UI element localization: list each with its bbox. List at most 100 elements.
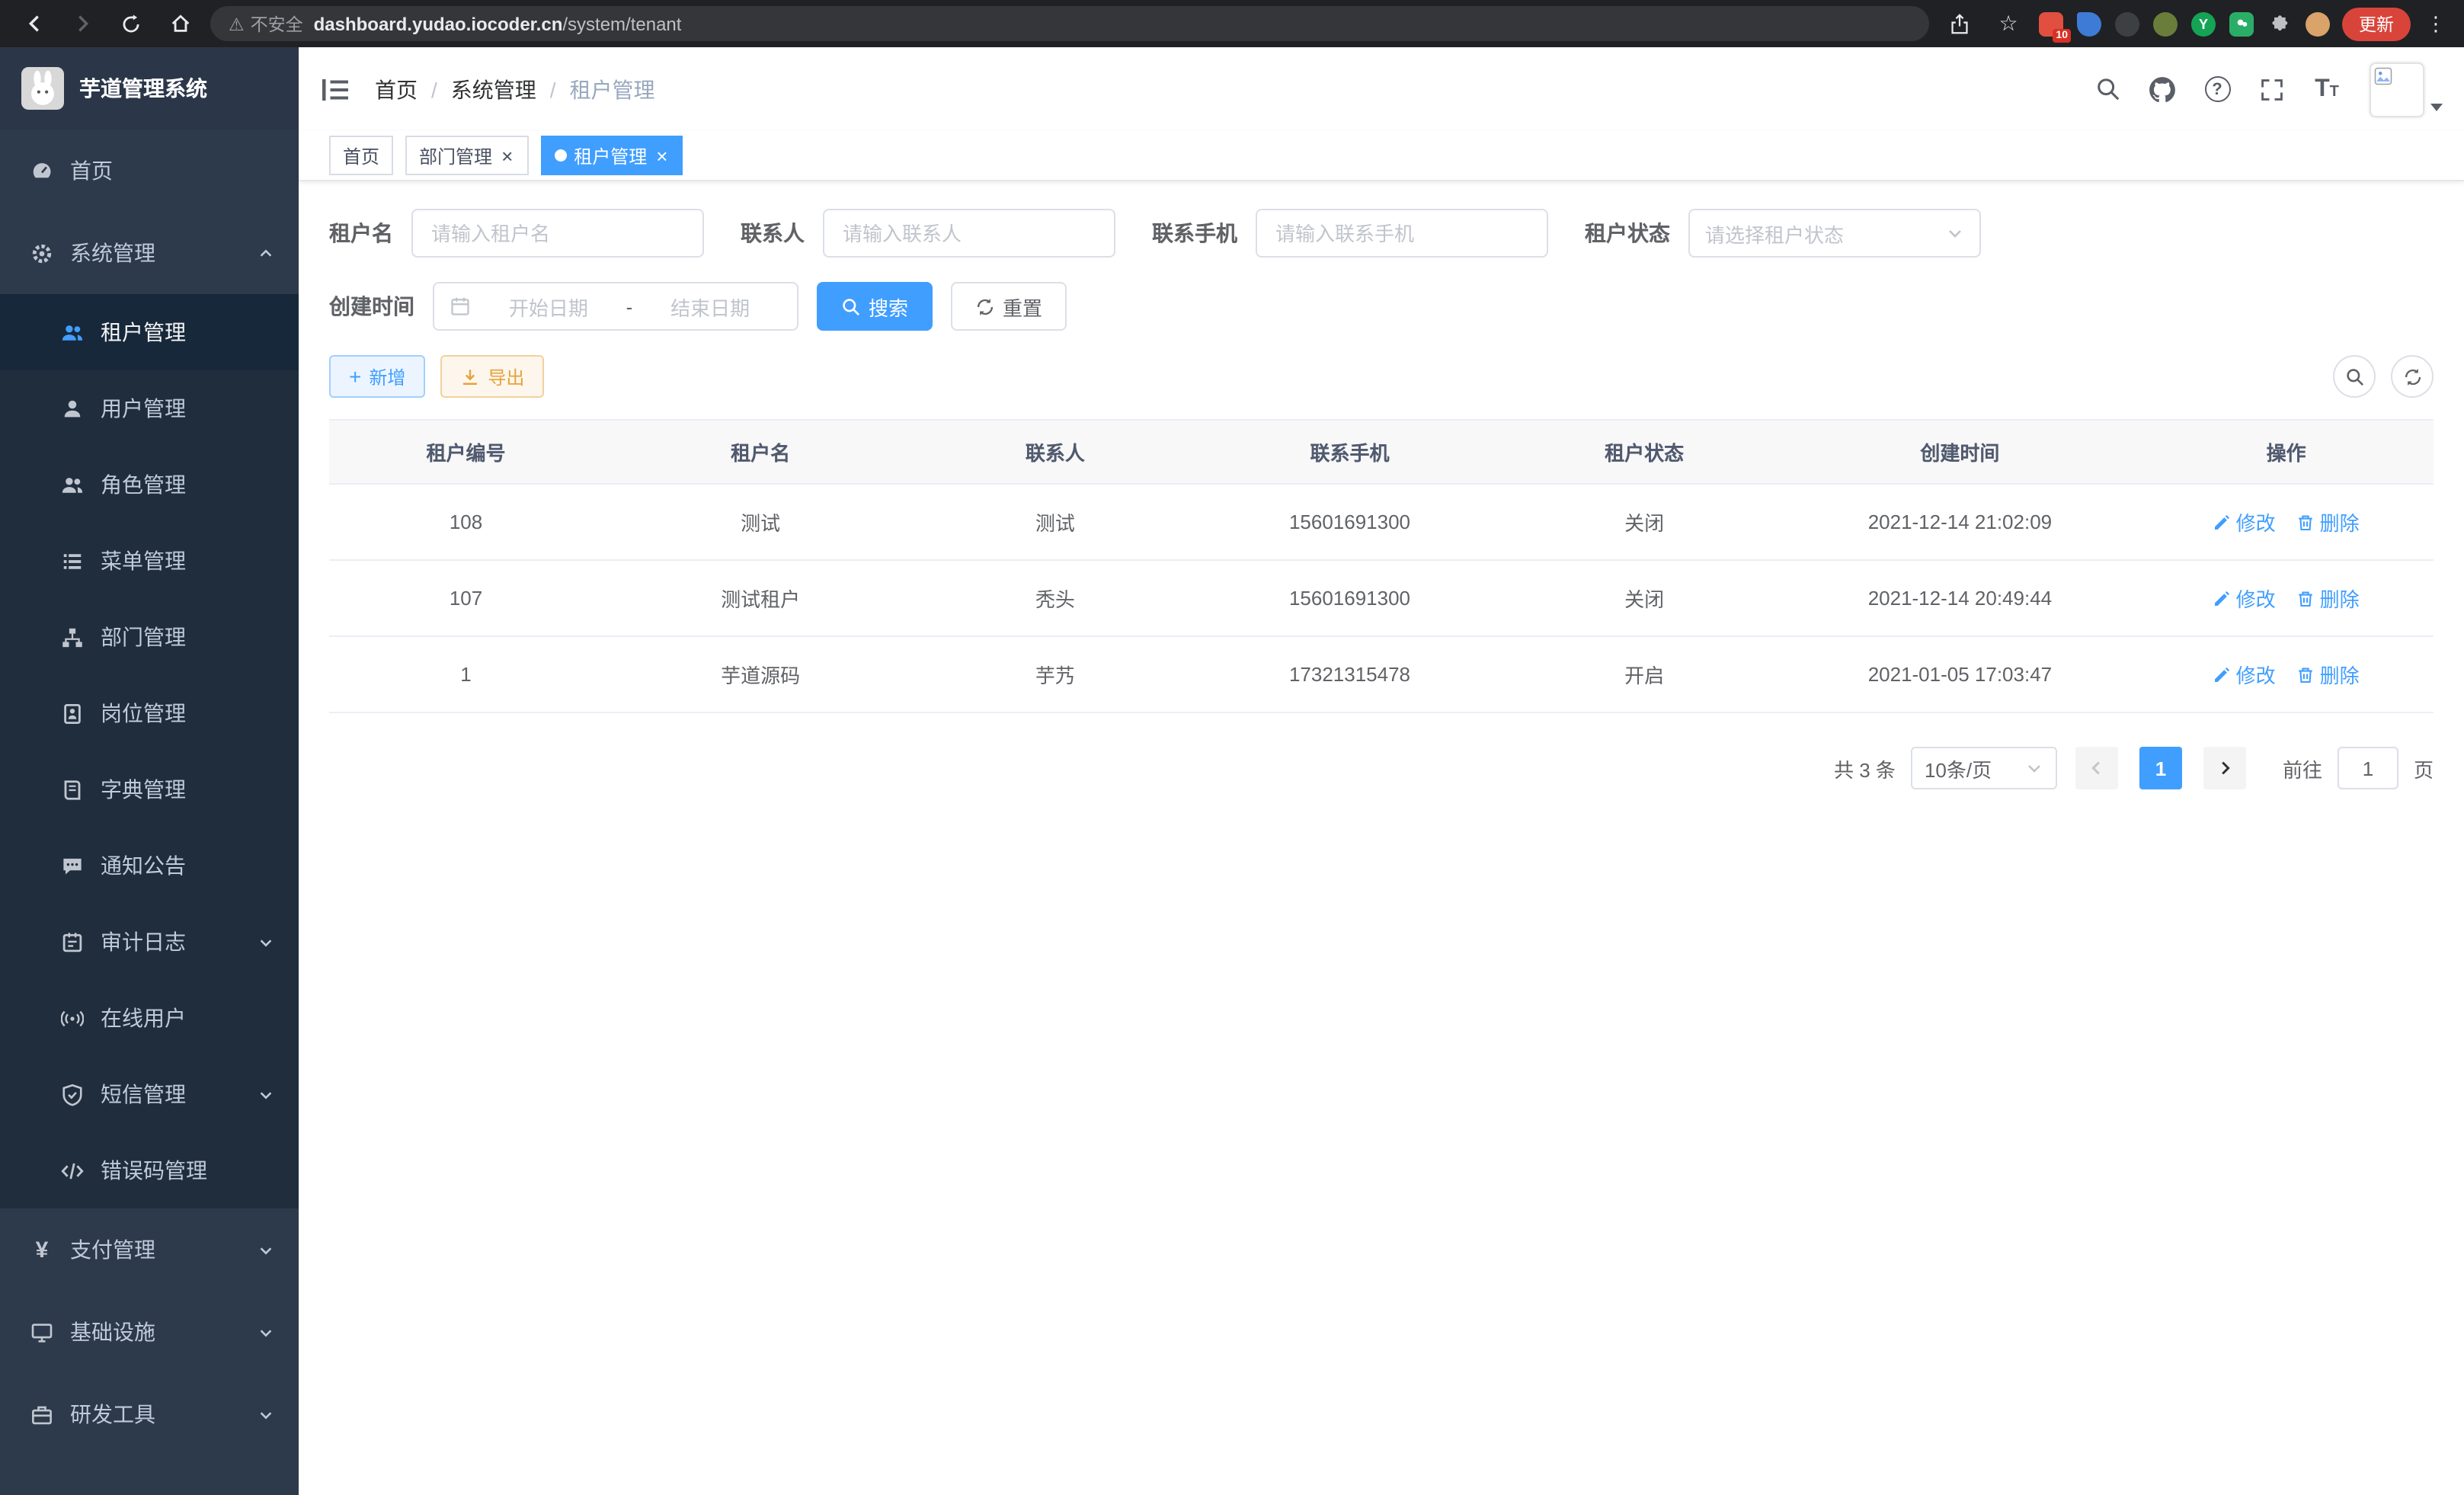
sidebar-item-tenant[interactable]: 租户管理: [0, 294, 299, 370]
sidebar-item-label: 用户管理: [101, 393, 186, 424]
sidebar-item-label: 支付管理: [70, 1234, 155, 1265]
sidebar-item-label: 在线用户: [101, 1003, 186, 1033]
home-icon[interactable]: [162, 5, 198, 42]
chevron-down-icon: [258, 1406, 274, 1423]
reset-button[interactable]: 重置: [951, 282, 1067, 331]
url-path: /system/tenant: [562, 13, 681, 34]
export-button[interactable]: 导出: [440, 355, 544, 398]
github-icon[interactable]: [2138, 63, 2187, 115]
browser-menu-icon[interactable]: ⋮: [2423, 11, 2449, 36]
fullscreen-icon[interactable]: [2248, 63, 2296, 115]
extensions-puzzle-icon[interactable]: [2267, 11, 2292, 36]
refresh-icon[interactable]: [113, 5, 149, 42]
tab-home[interactable]: 首页: [329, 136, 393, 175]
table-row: 108 测试 测试 15601691300 关闭 2021-12-14 21:0…: [329, 484, 2434, 560]
back-icon[interactable]: [15, 5, 52, 42]
status-select[interactable]: 请选择租户状态: [1688, 209, 1981, 258]
security-chip[interactable]: ⚠ 不安全: [229, 11, 303, 36]
profile-avatar-icon[interactable]: [2306, 11, 2330, 36]
sidebar-toggle-icon[interactable]: [320, 74, 350, 104]
next-page-button[interactable]: [2203, 747, 2246, 789]
refresh-table-icon[interactable]: [2391, 355, 2434, 398]
delete-link[interactable]: 删除: [2297, 507, 2360, 536]
extension-icon-green-square[interactable]: [2229, 11, 2254, 36]
tenant-name-input[interactable]: [411, 209, 704, 258]
delete-link[interactable]: 删除: [2297, 584, 2360, 613]
forward-icon[interactable]: [64, 5, 101, 42]
message-bubble-icon: [61, 854, 84, 877]
sidebar-item-home[interactable]: 首页: [0, 130, 299, 212]
user-menu[interactable]: [2370, 62, 2443, 117]
close-icon[interactable]: ×: [500, 146, 514, 165]
id-badge-icon: [61, 702, 84, 725]
extension-icon-green-y[interactable]: Y: [2191, 11, 2216, 36]
sidebar-item-error-code[interactable]: 错误码管理: [0, 1132, 299, 1208]
contact-input[interactable]: [823, 209, 1115, 258]
cell-status: 开启: [1508, 636, 1781, 712]
sidebar-item-menu[interactable]: 菜单管理: [0, 523, 299, 599]
sidebar-item-system[interactable]: 系统管理: [0, 212, 299, 294]
col-status: 租户状态: [1508, 420, 1781, 484]
field-label: 联系人: [741, 218, 805, 248]
bookmark-star-icon[interactable]: ☆: [1990, 5, 2027, 42]
roles-icon: [61, 473, 84, 496]
extension-icon-dark-globe[interactable]: [2115, 11, 2139, 36]
select-placeholder: 请选择租户状态: [1705, 219, 1844, 248]
address-bar[interactable]: ⚠ 不安全 dashboard.yudao.iocoder.cn/system/…: [210, 6, 1929, 41]
sidebar-item-dept[interactable]: 部门管理: [0, 599, 299, 675]
app-title: 芋道管理系统: [79, 73, 207, 104]
cell-status: 关闭: [1508, 484, 1781, 560]
breadcrumb-separator: /: [550, 77, 556, 101]
sidebar-item-label: 部门管理: [101, 622, 186, 652]
delete-link[interactable]: 删除: [2297, 660, 2360, 689]
toolbox-icon: [30, 1403, 53, 1426]
sidebar-item-label: 菜单管理: [101, 546, 186, 576]
extension-icon-red[interactable]: 10: [2039, 11, 2063, 36]
extension-icon-blue-drop[interactable]: [2077, 11, 2101, 36]
tab-dept[interactable]: 部门管理 ×: [405, 136, 528, 175]
sidebar-item-devtools[interactable]: 研发工具: [0, 1373, 299, 1455]
sidebar-item-online-users[interactable]: 在线用户: [0, 980, 299, 1056]
edit-link[interactable]: 修改: [2213, 660, 2276, 689]
pencil-icon: [2213, 589, 2232, 607]
tab-label: 租户管理: [574, 142, 647, 168]
sidebar-item-audit-log[interactable]: 审计日志: [0, 904, 299, 980]
sidebar-item-role[interactable]: 角色管理: [0, 447, 299, 523]
share-icon[interactable]: [1941, 5, 1978, 42]
edit-link[interactable]: 修改: [2213, 584, 2276, 613]
search-icon[interactable]: [2083, 63, 2132, 115]
user-icon: [61, 397, 84, 420]
add-button[interactable]: + 新增: [329, 355, 425, 398]
tab-tenant[interactable]: 租户管理 ×: [540, 136, 683, 175]
extension-icon-olive[interactable]: [2153, 11, 2178, 36]
page-size-select[interactable]: 10条/页: [1911, 747, 2057, 789]
font-size-icon[interactable]: TT: [2302, 63, 2351, 115]
edit-link[interactable]: 修改: [2213, 507, 2276, 536]
date-separator: -: [626, 295, 633, 318]
sidebar-item-notice[interactable]: 通知公告: [0, 828, 299, 904]
goto-page-input[interactable]: [2338, 747, 2398, 789]
sidebar-item-payment[interactable]: ¥ 支付管理: [0, 1208, 299, 1291]
date-range-picker[interactable]: 开始日期 - 结束日期: [433, 282, 798, 331]
sidebar-item-infra[interactable]: 基础设施: [0, 1291, 299, 1373]
sidebar: 芋道管理系统 首页 系统管理 租户管理 用户管理 角色管理: [0, 47, 299, 1495]
breadcrumb-system[interactable]: 系统管理: [451, 74, 536, 104]
toggle-search-icon[interactable]: [2333, 355, 2376, 398]
logo[interactable]: 芋道管理系统: [0, 47, 299, 130]
sidebar-item-label: 研发工具: [70, 1399, 155, 1429]
search-button[interactable]: 搜索: [817, 282, 933, 331]
page-number-button[interactable]: 1: [2139, 747, 2182, 789]
sidebar-item-label: 首页: [70, 155, 113, 186]
sidebar-item-user[interactable]: 用户管理: [0, 370, 299, 447]
breadcrumb-home[interactable]: 首页: [375, 74, 418, 104]
prev-page-button[interactable]: [2075, 747, 2118, 789]
phone-input[interactable]: [1256, 209, 1548, 258]
sidebar-item-dict[interactable]: 字典管理: [0, 751, 299, 828]
sidebar-item-post[interactable]: 岗位管理: [0, 675, 299, 751]
sidebar-item-sms[interactable]: 短信管理: [0, 1056, 299, 1132]
breadcrumb-current: 租户管理: [570, 74, 655, 104]
chevron-right-icon: [2216, 759, 2234, 777]
close-icon[interactable]: ×: [654, 146, 669, 165]
chrome-update-button[interactable]: 更新: [2342, 7, 2411, 40]
help-icon[interactable]: ?: [2193, 63, 2242, 115]
